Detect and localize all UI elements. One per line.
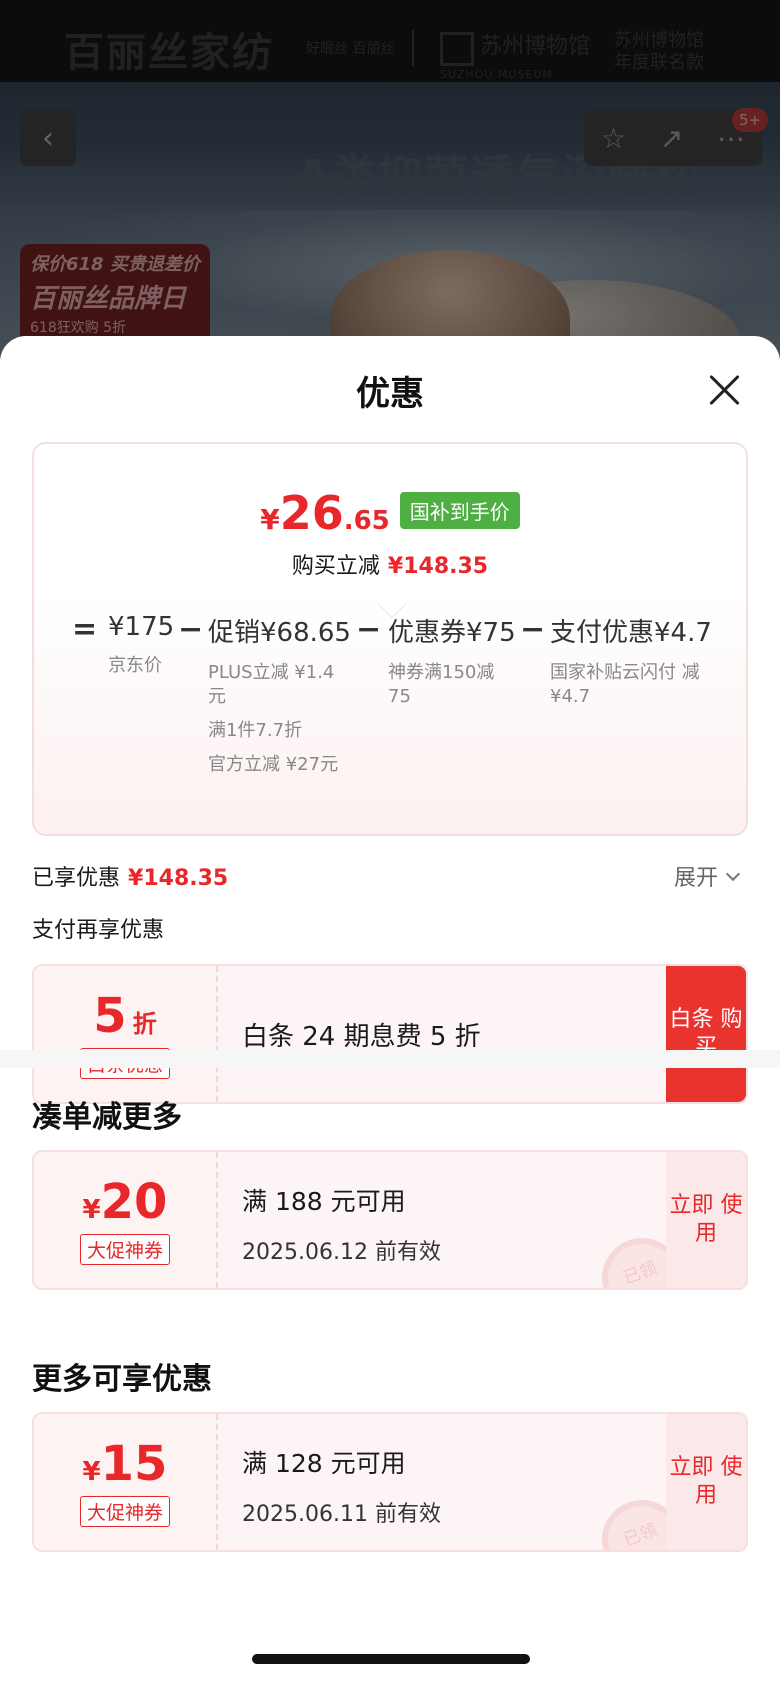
jd-price-label: 京东价	[108, 655, 162, 676]
price-symbol: ¥	[260, 503, 280, 536]
discount-sheet: 优惠 ¥26.65 国补到手价 购买立减 ¥148.35 = ¥175 京东价 − …	[0, 336, 780, 1688]
buy-reduce-label: 购买立减	[291, 554, 380, 579]
price-decimal: .65	[343, 506, 390, 536]
coupon-card: ¥20 大促神券 满 188 元可用 2025.06.12 前有效 已领 立即 …	[32, 1150, 748, 1290]
chevron-down-icon	[725, 866, 741, 882]
promotion-item: PLUS立减 ¥1.4元	[208, 662, 335, 707]
coupon-tag: 大促神券	[79, 1496, 170, 1527]
use-coupon-button[interactable]: 立即 使用	[666, 1152, 746, 1288]
sheet-title: 优惠	[356, 374, 424, 414]
baitiao-discount-value: 5	[93, 988, 127, 1044]
coupon-amount: ¥20	[34, 1174, 216, 1230]
promotion-item: 满1件7.7折	[208, 720, 303, 741]
price-summary-card: ¥26.65 国补到手价 购买立减 ¥148.35 = ¥175 京东价 − 促销¥…	[32, 442, 748, 836]
subsidy-price-tag: 国补到手价	[399, 492, 520, 529]
enjoyed-label: 已享优惠	[32, 866, 121, 891]
payment-total: 支付优惠¥4.7	[550, 618, 712, 648]
jd-price-value: ¥175	[108, 612, 175, 642]
minus-sign: −	[356, 612, 382, 647]
coupon-value: 20	[100, 1174, 168, 1230]
baitiao-offer-card: 5折 白条优惠 白条 24 期息费 5 折 白条 购买	[32, 964, 748, 1104]
product-page-background: 百丽丝家纺 好眠丝 百丽丝 苏州博物馆 SUZHOU MUSEUM 苏州博物馆 …	[0, 0, 780, 360]
coupon-card: ¥15 大促神券 满 128 元可用 2025.06.11 前有效 已领 立即 …	[32, 1412, 748, 1552]
promotion-total: 促销¥68.65	[208, 618, 351, 648]
enjoyed-discount: 已享优惠 ¥148.35	[32, 860, 228, 892]
coupon-left: ¥20 大促神券	[34, 1152, 218, 1288]
buy-reduce-row: 购买立减 ¥148.35	[34, 548, 746, 580]
breakdown-coupon: 优惠券¥75 神券满150减 75	[388, 612, 518, 709]
coupon-tag: 大促神券	[79, 1234, 170, 1265]
baitiao-left: 5折 白条优惠	[34, 966, 218, 1102]
coupon-condition: 满 128 元可用	[242, 1449, 406, 1478]
coupon-condition: 满 188 元可用	[242, 1187, 406, 1216]
equals-sign: =	[72, 612, 98, 647]
expand-toggle[interactable]: 展开	[674, 860, 741, 892]
coupon-currency: ¥	[82, 1457, 101, 1487]
expand-label: 展开	[674, 866, 719, 891]
minus-sign: −	[520, 612, 546, 647]
minus-sign: −	[178, 612, 204, 647]
coupon-total: 优惠券¥75	[388, 618, 516, 648]
use-coupon-button[interactable]: 立即 使用	[666, 1414, 746, 1550]
close-icon[interactable]	[704, 370, 744, 410]
payment-item: 国家补贴云闪付 减¥4.7	[550, 662, 700, 707]
baitiao-amount: 5折	[34, 988, 216, 1044]
breakdown-promotion: 促销¥68.65 PLUS立减 ¥1.4元 满1件7.7折 官方立减 ¥27元	[208, 612, 351, 777]
coupon-item: 神券满150减 75	[388, 662, 495, 707]
section-title-other: 更多可享优惠	[32, 1362, 212, 1397]
modal-overlay[interactable]	[0, 0, 780, 360]
coupon-currency: ¥	[82, 1195, 101, 1225]
section-divider	[0, 1050, 780, 1068]
baitiao-discount-unit: 折	[132, 1010, 157, 1038]
baitiao-buy-button[interactable]: 白条 购买	[666, 966, 746, 1102]
breakdown-payment: 支付优惠¥4.7 国家补贴云闪付 减¥4.7	[550, 612, 712, 709]
enjoyed-value: ¥148.35	[128, 866, 229, 891]
breakdown-jd-price: ¥175 京东价	[108, 612, 174, 678]
home-indicator[interactable]	[252, 1654, 530, 1664]
coupon-amount: ¥15	[34, 1436, 216, 1492]
buy-reduce-value: ¥148.35	[387, 554, 489, 579]
pay-more-label: 支付再享优惠	[32, 918, 165, 943]
coupon-expiry: 2025.06.12 前有效	[242, 1240, 441, 1265]
coupon-left: ¥15 大促神券	[34, 1414, 218, 1550]
coupon-info: 满 188 元可用 2025.06.12 前有效	[242, 1152, 441, 1288]
price-integer: 26	[279, 486, 344, 540]
coupon-info: 满 128 元可用 2025.06.11 前有效	[242, 1414, 441, 1550]
final-price-row: ¥26.65 国补到手价	[34, 486, 746, 540]
coupon-value: 15	[100, 1436, 168, 1492]
promotion-item: 官方立减 ¥27元	[208, 754, 339, 775]
coupon-expiry: 2025.06.11 前有效	[242, 1502, 441, 1527]
section-title-more: 凑单减更多	[32, 1100, 182, 1135]
